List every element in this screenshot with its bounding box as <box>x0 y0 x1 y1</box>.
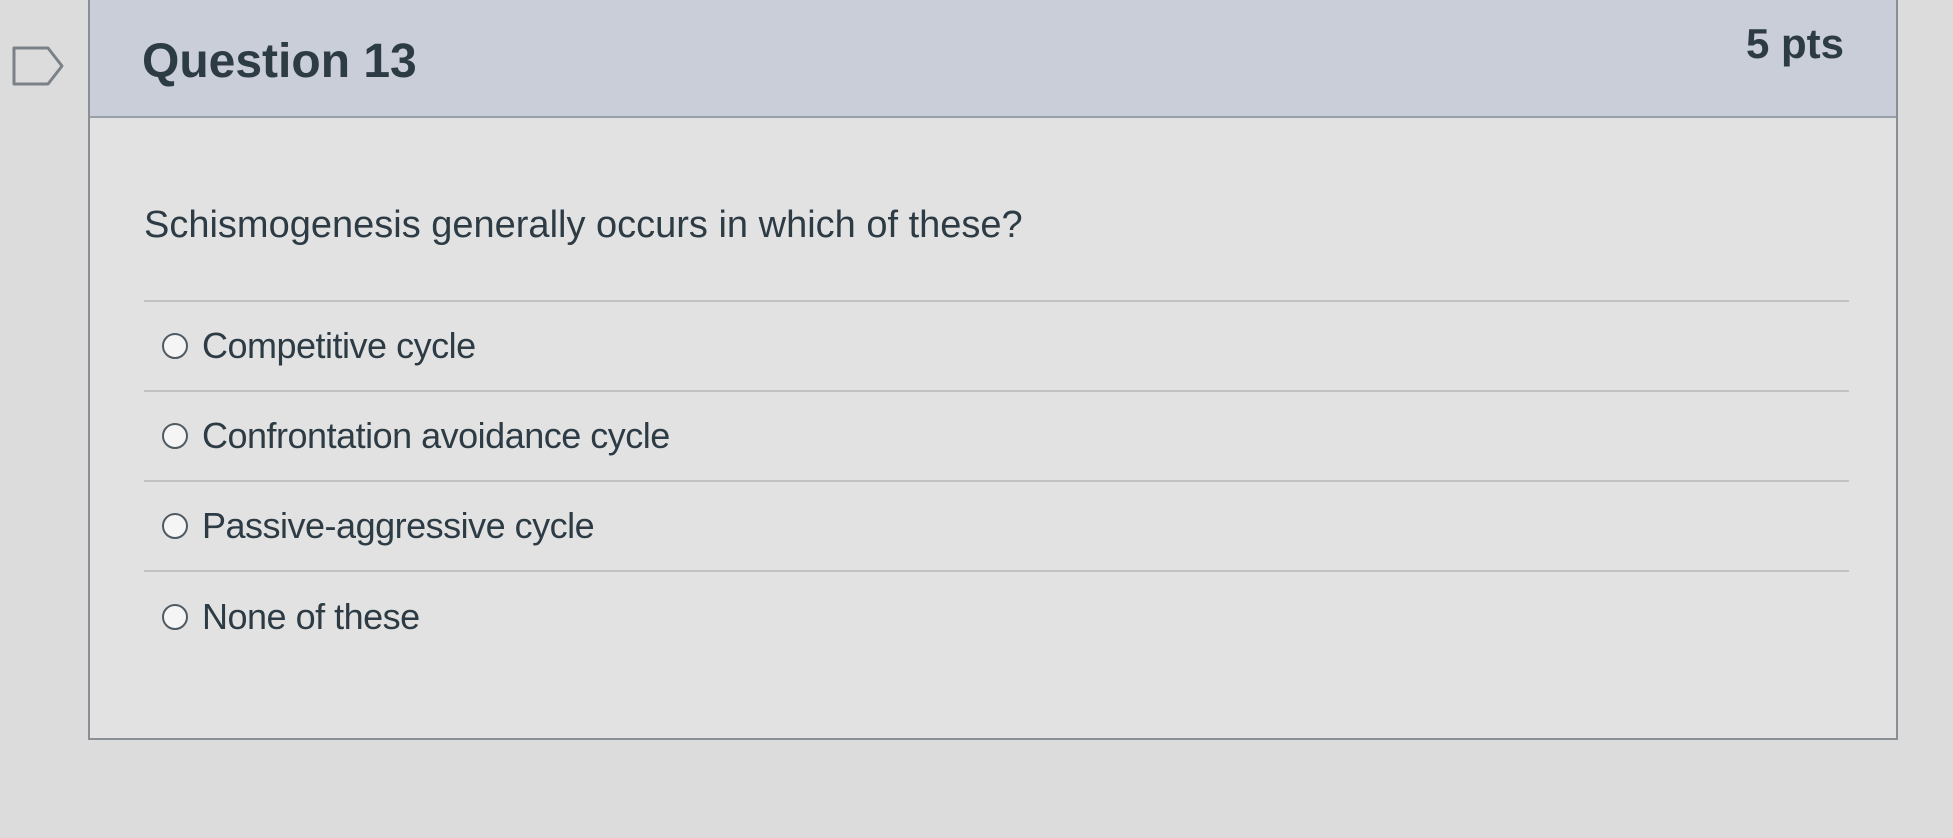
question-text: Schismogenesis generally occurs in which… <box>144 204 1023 246</box>
question-card: Question 13 5 pts Schismogenesis general… <box>88 0 1898 740</box>
radio-button[interactable] <box>162 604 188 630</box>
answer-label: None of these <box>202 596 420 637</box>
answer-option-competitive-cycle[interactable]: Competitive cycle <box>144 302 1849 392</box>
question-points: 5 pts <box>1745 20 1844 67</box>
answers-list: Competitive cycle Confrontation avoidanc… <box>144 300 1849 662</box>
answer-option-confrontation-avoidance-cycle[interactable]: Confrontation avoidance cycle <box>144 392 1849 482</box>
answer-label: Confrontation avoidance cycle <box>202 415 670 456</box>
question-title: Question 13 <box>142 35 417 88</box>
answer-label: Competitive cycle <box>202 325 476 366</box>
radio-button[interactable] <box>162 423 188 449</box>
answer-label: Passive-aggressive cycle <box>202 505 595 546</box>
question-header: Question 13 5 pts <box>90 0 1896 118</box>
answer-option-none-of-these[interactable]: None of these <box>144 572 1849 662</box>
flag-question-icon[interactable] <box>12 46 64 86</box>
answer-option-passive-aggressive-cycle[interactable]: Passive-aggressive cycle <box>144 482 1849 572</box>
radio-button[interactable] <box>162 333 188 359</box>
radio-button[interactable] <box>162 513 188 539</box>
